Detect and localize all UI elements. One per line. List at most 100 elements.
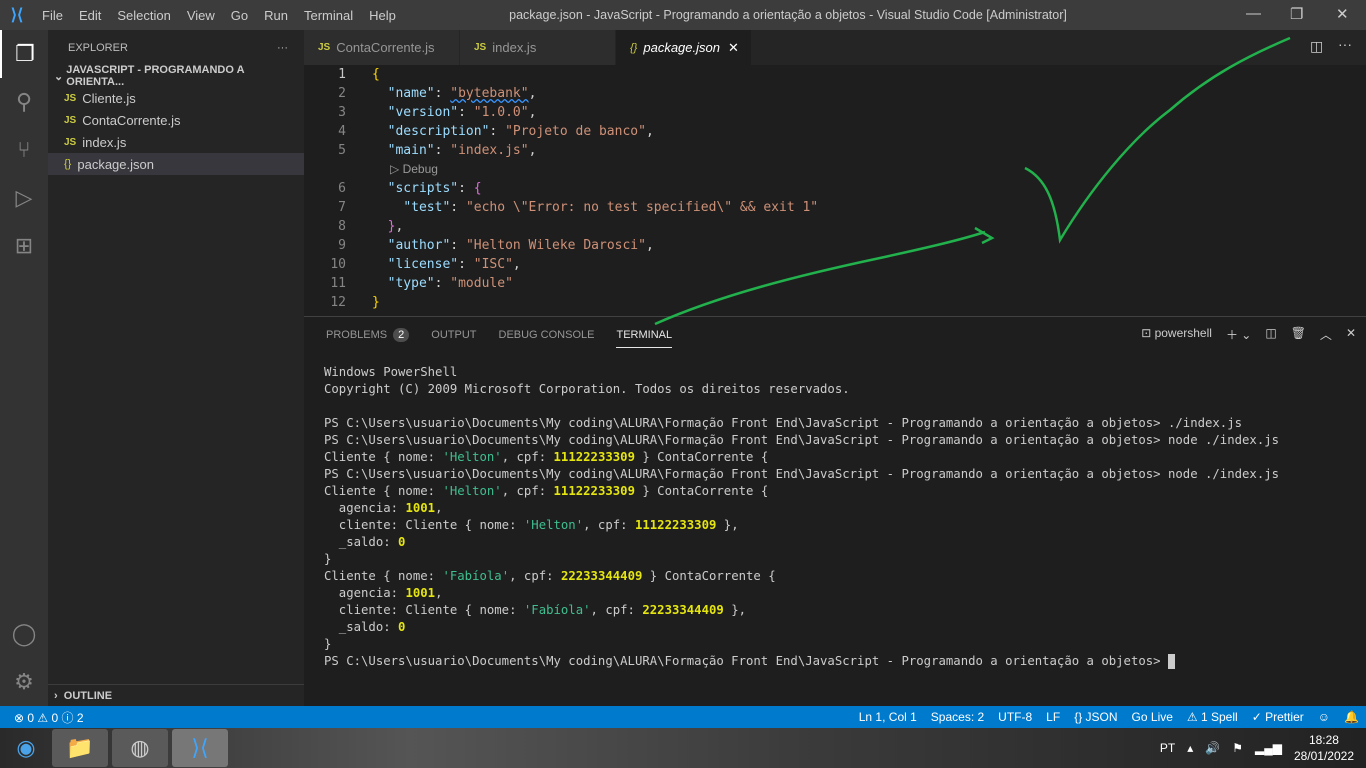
kill-terminal-icon[interactable]: 🗑 [1291,326,1306,343]
menu-view[interactable]: View [187,8,215,23]
code-line: 12} [304,293,1304,312]
code-token: } [372,295,380,310]
status-item-spaces-2[interactable]: Spaces: 2 [931,710,984,724]
terminal-text: 22233344409 [560,569,643,583]
code-token: "main" [387,143,435,158]
js-file-icon: JS [474,42,487,53]
close-panel-icon[interactable]: ✕ [1346,326,1356,343]
code-line: 5 "main": "index.js", [304,141,1304,160]
code-token: : [434,86,451,101]
close-tab-icon[interactable]: ✕ [728,40,739,56]
line-number: 8 [338,219,346,234]
code-token: , [645,238,654,253]
code-token: : [450,238,466,253]
status-item-1-spell[interactable]: ⚠ 1 Spell [1187,710,1238,724]
settings-gear-icon[interactable]: ⚙ [0,658,48,706]
split-terminal-icon[interactable]: ◫ [1265,326,1276,343]
line-number: 6 [338,181,346,196]
js-file-icon: JS [64,114,77,126]
more-actions-icon[interactable]: ··· [1338,36,1352,52]
terminal-line: agencia: 1001, [324,585,1279,602]
more-actions-button[interactable]: ··· [277,42,288,54]
explorer-sidebar: EXPLORER ··· ⌄ JAVASCRIPT - PROGRAMANDO A… [48,30,304,706]
problems-status[interactable]: ⊗ 0 ⚠ 0 ⓘ 2 [14,709,84,726]
feedback-icon[interactable]: ☺ [1318,710,1330,724]
code-line: 9 "author": "Helton Wileke Darosci", [304,236,1304,255]
minimize-button[interactable]: — [1246,5,1261,22]
panel-tab-terminal[interactable]: TERMINAL [616,328,673,348]
menu-file[interactable]: File [42,8,63,23]
extensions-icon[interactable]: ⊞ [0,222,48,270]
menu-go[interactable]: Go [231,8,248,23]
status-item-prettier[interactable]: ✓ Prettier [1252,710,1304,724]
status-item-json[interactable]: {} JSON [1074,710,1117,724]
code-line: 2 "name": "bytebank", [304,84,1304,103]
search-icon[interactable]: ⚲ [0,78,48,126]
terminal-text: 22233344409 [642,603,724,617]
outline-section[interactable]: › OUTLINE [48,684,304,706]
menu-terminal[interactable]: Terminal [304,8,353,23]
terminal-line: } [324,636,1279,653]
status-item-lf[interactable]: LF [1046,710,1060,724]
maximize-panel-icon[interactable]: ︿ [1320,326,1332,343]
code-token: "description" [387,124,490,139]
action-center-flag-icon[interactable]: ⚑ [1232,741,1243,755]
status-item-ln-1-col-1[interactable]: Ln 1, Col 1 [859,710,917,724]
menu-bar: File Edit Selection View Go Run Terminal Help [34,8,404,23]
code-token: , [395,219,404,234]
close-button[interactable]: ✕ [1336,5,1349,23]
network-signal-icon[interactable]: ▂▄▆ [1255,741,1282,755]
tray-expand-icon[interactable]: ▴ [1187,741,1193,755]
terminal-text: , cpf: [501,450,554,464]
new-terminal-icon[interactable]: ＋ ⌄ [1226,326,1251,343]
source-control-icon[interactable]: ⑂ [0,126,48,174]
menu-help[interactable]: Help [369,8,396,23]
split-editor-icon[interactable]: ◫ [1310,38,1323,55]
terminal-shell-selector[interactable]: ⊡ powershell [1141,326,1212,343]
terminal-cursor [1167,654,1175,669]
clock-time: 18:28 [1308,733,1339,747]
explorer-icon[interactable]: ❐ [0,30,48,78]
panel-tab-label: TERMINAL [616,328,673,341]
restore-button[interactable]: ❐ [1290,5,1303,23]
file-item[interactable]: {} package.json [48,153,304,175]
volume-icon[interactable]: 🔊 [1205,741,1220,755]
terminal-output[interactable]: Windows PowerShell Copyright (C) 2009 Mic… [324,364,1279,670]
terminal-text: , cpf: [501,484,554,498]
line-number: 7 [338,200,346,215]
notifications-bell-icon[interactable]: 🔔 [1344,710,1359,724]
file-item[interactable]: JS index.js [48,131,304,153]
file-item[interactable]: JS ContaCorrente.js [48,109,304,131]
terminal-text: 'Fabíola' [523,603,591,617]
chrome-taskbar-icon[interactable]: ◍ [112,729,168,767]
status-item-utf-8[interactable]: UTF-8 [998,710,1032,724]
code-token: , [528,105,537,120]
vscode-taskbar-icon[interactable]: ⟩⟨ [172,729,228,767]
codelens-debug[interactable]: ▷ Debug [304,160,1304,178]
tab-index-js[interactable]: JS index.js [460,30,616,65]
run-debug-icon[interactable]: ▷ [0,174,48,222]
code-editor[interactable]: 1{2 "name": "bytebank", 3 "version": "1.0… [304,65,1366,315]
terminal-text: 11122233309 [634,518,717,532]
status-item-go-live[interactable]: Go Live [1132,710,1173,724]
code-line: 3 "version": "1.0.0", [304,103,1304,122]
menu-selection[interactable]: Selection [117,8,170,23]
start-button[interactable]: ◉ [4,729,48,767]
tab-contacorrente-js[interactable]: JS ContaCorrente.js [304,30,460,65]
panel-tab-output[interactable]: OUTPUT [431,329,476,341]
clock[interactable]: 18:28 28/01/2022 [1294,732,1354,764]
menu-run[interactable]: Run [264,8,288,23]
file-item[interactable]: JS Cliente.js [48,87,304,109]
panel-tab-problems[interactable]: PROBLEMS 2 [326,328,410,342]
menu-edit[interactable]: Edit [79,8,101,23]
file-explorer-taskbar-icon[interactable]: 📁 [52,729,108,767]
terminal-line: cliente: Cliente { nome: 'Fabíola', cpf:… [324,602,1279,619]
workspace-folder[interactable]: ⌄ JAVASCRIPT - PROGRAMANDO A ORIENTA... [48,64,304,88]
panel-tab-debug-console[interactable]: DEBUG CONSOLE [499,329,595,341]
language-indicator[interactable]: PT [1160,741,1175,755]
account-icon[interactable]: ◯ [0,610,48,658]
tab-package-json[interactable]: {} package.json ✕ [616,30,752,65]
terminal-text: PS C:\Users\usuario\Documents\My coding\… [324,433,1280,447]
